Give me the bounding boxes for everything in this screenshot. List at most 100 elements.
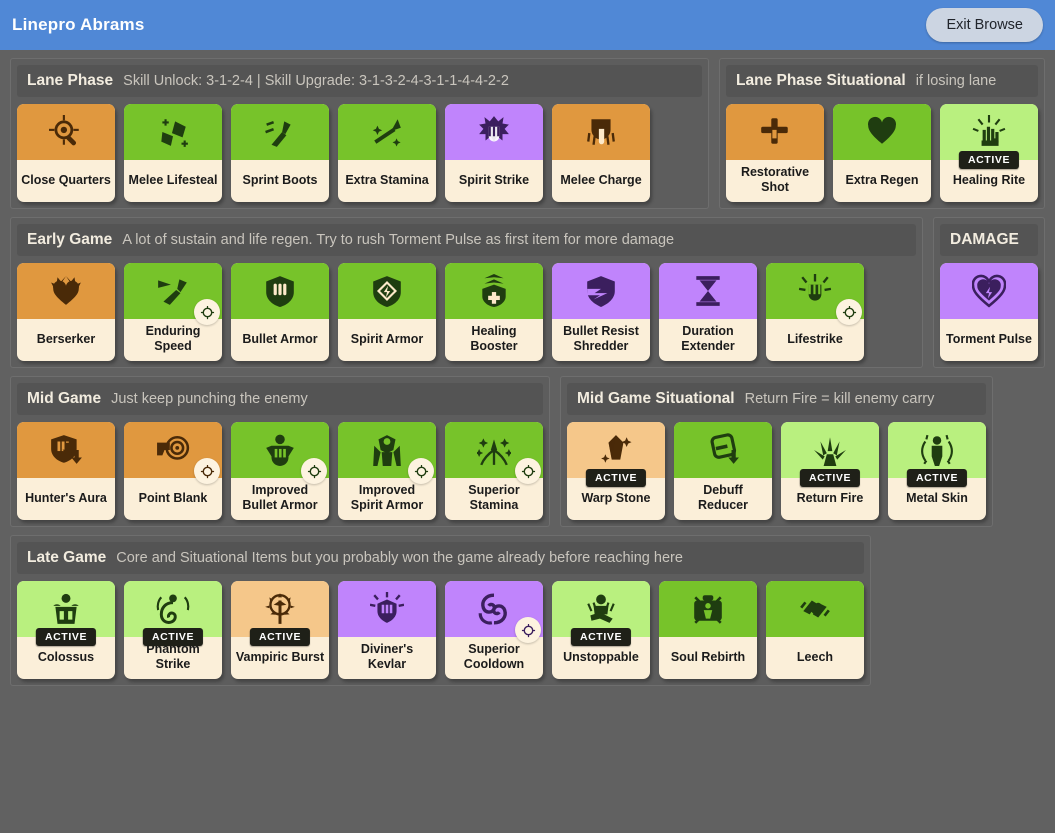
item-card-list: Torment Pulse xyxy=(940,263,1038,361)
target-magnifier-icon xyxy=(49,115,79,146)
item-card[interactable]: Berserker xyxy=(17,263,115,361)
item-card[interactable]: Extra Regen xyxy=(833,104,931,202)
item-card[interactable]: Improved Spirit Armor xyxy=(338,422,436,520)
item-name-label: Restorative Shot xyxy=(740,165,810,194)
item-icon-area: ACTIVE xyxy=(888,422,986,487)
item-icon-area xyxy=(445,422,543,484)
item-card[interactable]: Enduring Speed xyxy=(124,263,222,361)
item-icon-area xyxy=(659,581,757,637)
section-header: DAMAGE xyxy=(940,224,1038,256)
item-name-label: Melee Charge xyxy=(560,172,642,187)
item-icon-area xyxy=(124,263,222,325)
item-card[interactable]: Torment Pulse xyxy=(940,263,1038,361)
item-icon-area xyxy=(445,104,543,160)
healing-hand-icon xyxy=(972,115,1006,146)
item-card[interactable]: Superior Cooldown xyxy=(445,581,543,679)
item-card[interactable]: Improved Bullet Armor xyxy=(231,422,329,520)
item-card[interactable]: Restorative Shot xyxy=(726,104,824,202)
item-card[interactable]: ACTIVE Phantom Strike xyxy=(124,581,222,679)
item-card-list: Berserker Enduring Speed Bullet Armor Spiri… xyxy=(17,263,916,361)
item-icon-area xyxy=(124,104,222,160)
item-icon-area xyxy=(17,263,115,319)
item-name-label: Soul Rebirth xyxy=(670,649,746,664)
item-card[interactable]: Lifestrike xyxy=(766,263,864,361)
item-icon-area: ACTIVE xyxy=(781,422,879,487)
item-card[interactable]: ACTIVE Colossus xyxy=(17,581,115,679)
item-card[interactable]: Hunter's Aura xyxy=(17,422,115,520)
section-panel-early-game: Early Game A lot of sustain and life rege… xyxy=(10,217,923,368)
item-card[interactable]: Melee Charge xyxy=(552,104,650,202)
item-icon-area xyxy=(659,263,757,319)
item-card[interactable]: Healing Booster xyxy=(445,263,543,361)
item-card[interactable]: Leech xyxy=(766,581,864,679)
item-card[interactable]: Point Blank xyxy=(124,422,222,520)
item-card[interactable]: ACTIVE Return Fire xyxy=(781,422,879,520)
item-icon-area xyxy=(338,422,436,484)
item-card[interactable]: ACTIVE Metal Skin xyxy=(888,422,986,520)
section-row: Early Game A lot of sustain and life rege… xyxy=(10,217,1045,368)
section-note: Just keep punching the enemy xyxy=(111,391,308,407)
item-card[interactable]: ACTIVE Vampiric Burst xyxy=(231,581,329,679)
item-card[interactable]: Spirit Strike xyxy=(445,104,543,202)
item-card[interactable]: ACTIVE Warp Stone xyxy=(567,422,665,520)
item-card[interactable]: Diviner's Kevlar xyxy=(338,581,436,679)
dash-sparkle-icon xyxy=(372,119,401,147)
title-bar: Linepro Abrams Exit Browse xyxy=(0,0,1055,50)
item-name-label: Bullet Armor xyxy=(242,331,318,346)
item-card[interactable]: Spirit Armor xyxy=(338,263,436,361)
item-card[interactable]: Superior Stamina xyxy=(445,422,543,520)
active-badge: ACTIVE xyxy=(570,628,632,646)
item-name-label: Lifestrike xyxy=(787,331,843,346)
item-icon-area: ACTIVE xyxy=(940,104,1038,169)
item-card[interactable]: Soul Rebirth xyxy=(659,581,757,679)
item-card[interactable]: Debuff Reducer xyxy=(674,422,772,520)
item-card[interactable]: ACTIVE Unstoppable xyxy=(552,581,650,679)
section-note: Skill Unlock: 3-1-2-4 | Skill Upgrade: 3… xyxy=(123,73,509,89)
item-icon-area xyxy=(338,581,436,637)
item-icon-area xyxy=(766,263,864,325)
crystal-sparkle-icon xyxy=(601,435,632,463)
item-name-label: Leech xyxy=(796,649,834,664)
item-name-label: Spirit Armor xyxy=(350,331,424,346)
section-panel-late-game: Late Game Core and Situational Items but … xyxy=(10,535,871,686)
item-icon-area xyxy=(552,263,650,319)
item-name-label: Superior Cooldown xyxy=(463,642,525,671)
item-card[interactable]: Duration Extender xyxy=(659,263,757,361)
fist-burst-icon xyxy=(479,116,509,142)
item-name-label: Spirit Strike xyxy=(458,172,530,187)
upgrade-badge-icon xyxy=(408,458,434,484)
item-card-list: Close Quarters Melee Lifesteal Sprint Boot… xyxy=(17,104,702,202)
item-card[interactable]: Melee Lifesteal xyxy=(124,104,222,202)
vampire-crown-icon xyxy=(265,593,295,624)
crouch-figure-icon xyxy=(587,594,615,623)
section-title: Lane Phase xyxy=(27,72,114,89)
item-icon-area xyxy=(124,422,222,484)
item-name-label: Debuff Reducer xyxy=(697,483,749,512)
section-title: Lane Phase Situational xyxy=(736,72,906,89)
item-card[interactable]: Bullet Armor xyxy=(231,263,329,361)
shield-break-icon xyxy=(587,276,615,307)
item-name-label: Improved Spirit Armor xyxy=(350,483,424,512)
item-name-label: Berserker xyxy=(36,331,96,346)
item-icon-area xyxy=(338,104,436,160)
item-card[interactable]: ACTIVE Healing Rite xyxy=(940,104,1038,202)
hourglass-icon xyxy=(696,276,720,306)
hands-heart-icon xyxy=(800,600,830,618)
item-icon-area: ACTIVE xyxy=(124,581,222,646)
burst-arrows-icon xyxy=(814,437,846,466)
exit-browse-button[interactable]: Exit Browse xyxy=(926,8,1043,42)
item-icon-area xyxy=(940,263,1038,319)
item-icon-area: ACTIVE xyxy=(552,581,650,646)
item-icon-area xyxy=(17,104,115,160)
section-title: DAMAGE xyxy=(950,231,1019,248)
section-row: Mid Game Just keep punching the enemy Hunt… xyxy=(10,376,1045,527)
item-card[interactable]: Bullet Resist Shredder xyxy=(552,263,650,361)
item-icon-area xyxy=(338,263,436,319)
item-card[interactable]: Extra Stamina xyxy=(338,104,436,202)
section-panel-lane-phase: Lane Phase Skill Unlock: 3-1-2-4 | Skill … xyxy=(10,58,709,209)
item-icon-area: ACTIVE xyxy=(17,581,115,646)
item-card[interactable]: Close Quarters xyxy=(17,104,115,202)
section-note: if losing lane xyxy=(915,73,997,89)
item-card[interactable]: Sprint Boots xyxy=(231,104,329,202)
item-icon-area xyxy=(231,263,329,319)
